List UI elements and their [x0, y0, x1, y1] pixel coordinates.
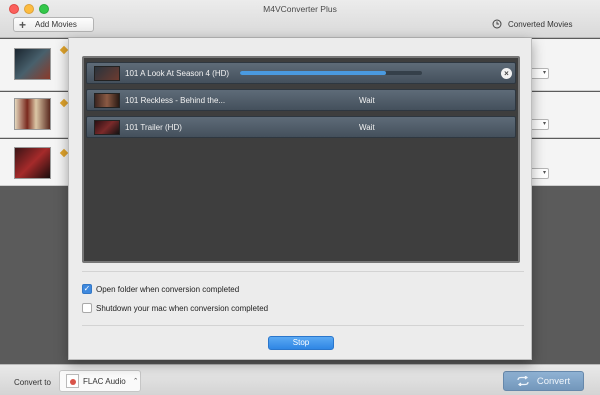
queue-thumbnail	[94, 120, 120, 135]
title-bar: M4VConverter Plus + Add Movies Converted…	[0, 0, 600, 38]
divider	[82, 325, 524, 326]
checkbox-checked[interactable]: ✓	[82, 284, 92, 294]
converted-movies-label: Converted Movies	[508, 19, 573, 29]
window-title: M4VConverter Plus	[263, 4, 337, 14]
conversion-dialog: 101 A Look At Season 4 (HD) × 101 Reckle…	[68, 38, 532, 360]
progress-fill	[240, 71, 386, 75]
audio-file-icon	[66, 374, 79, 388]
history-icon	[492, 19, 502, 29]
queue-item[interactable]: 101 Trailer (HD) Wait	[86, 116, 516, 138]
queue-thumbnail	[94, 66, 120, 81]
edit-pencil-icon[interactable]	[59, 148, 69, 158]
edit-pencil-icon[interactable]	[59, 45, 69, 55]
queue-item-name: 101 Trailer (HD)	[125, 123, 182, 132]
queue-item-status: Wait	[359, 96, 375, 105]
stop-button[interactable]: Stop	[268, 336, 334, 350]
movie-thumbnail	[14, 48, 51, 80]
shutdown-option[interactable]: Shutdown your mac when conversion comple…	[82, 303, 268, 313]
movie-thumbnail	[14, 98, 51, 130]
queue-item-name: 101 A Look At Season 4 (HD)	[125, 69, 230, 78]
queue-item-status: Wait	[359, 123, 375, 132]
shutdown-label: Shutdown your mac when conversion comple…	[96, 303, 269, 313]
convert-arrows-icon	[517, 376, 529, 386]
add-movies-button[interactable]: + Add Movies	[13, 17, 94, 32]
checkbox-unchecked[interactable]	[82, 303, 92, 313]
progress-bar	[240, 71, 422, 75]
format-value: FLAC Audio	[83, 376, 126, 386]
open-folder-option[interactable]: ✓ Open folder when conversion completed	[82, 284, 239, 294]
plus-icon: +	[19, 17, 27, 32]
chevron-up-icon: ⌃	[132, 378, 139, 385]
queue-item[interactable]: 101 Reckless - Behind the... Wait	[86, 89, 516, 111]
queue-thumbnail	[94, 93, 120, 108]
queue-item[interactable]: 101 A Look At Season 4 (HD) ×	[86, 62, 516, 84]
movie-thumbnail	[14, 147, 51, 179]
converted-movies-button[interactable]: Converted Movies	[492, 19, 572, 29]
queue-item-name: 101 Reckless - Behind the...	[125, 96, 226, 105]
convert-button[interactable]: Convert	[503, 371, 584, 391]
convert-label: Convert	[536, 375, 571, 387]
convert-to-label: Convert to	[14, 378, 51, 387]
open-folder-label: Open folder when conversion completed	[96, 284, 240, 294]
add-movies-label: Add Movies	[35, 20, 77, 29]
divider	[82, 271, 524, 272]
cancel-icon[interactable]: ×	[501, 68, 512, 79]
edit-pencil-icon[interactable]	[59, 98, 69, 108]
bottom-bar: Convert to FLAC Audio ⌃ Convert	[0, 364, 600, 395]
conversion-queue: 101 A Look At Season 4 (HD) × 101 Reckle…	[82, 56, 520, 263]
format-select[interactable]: FLAC Audio ⌃	[59, 370, 141, 392]
